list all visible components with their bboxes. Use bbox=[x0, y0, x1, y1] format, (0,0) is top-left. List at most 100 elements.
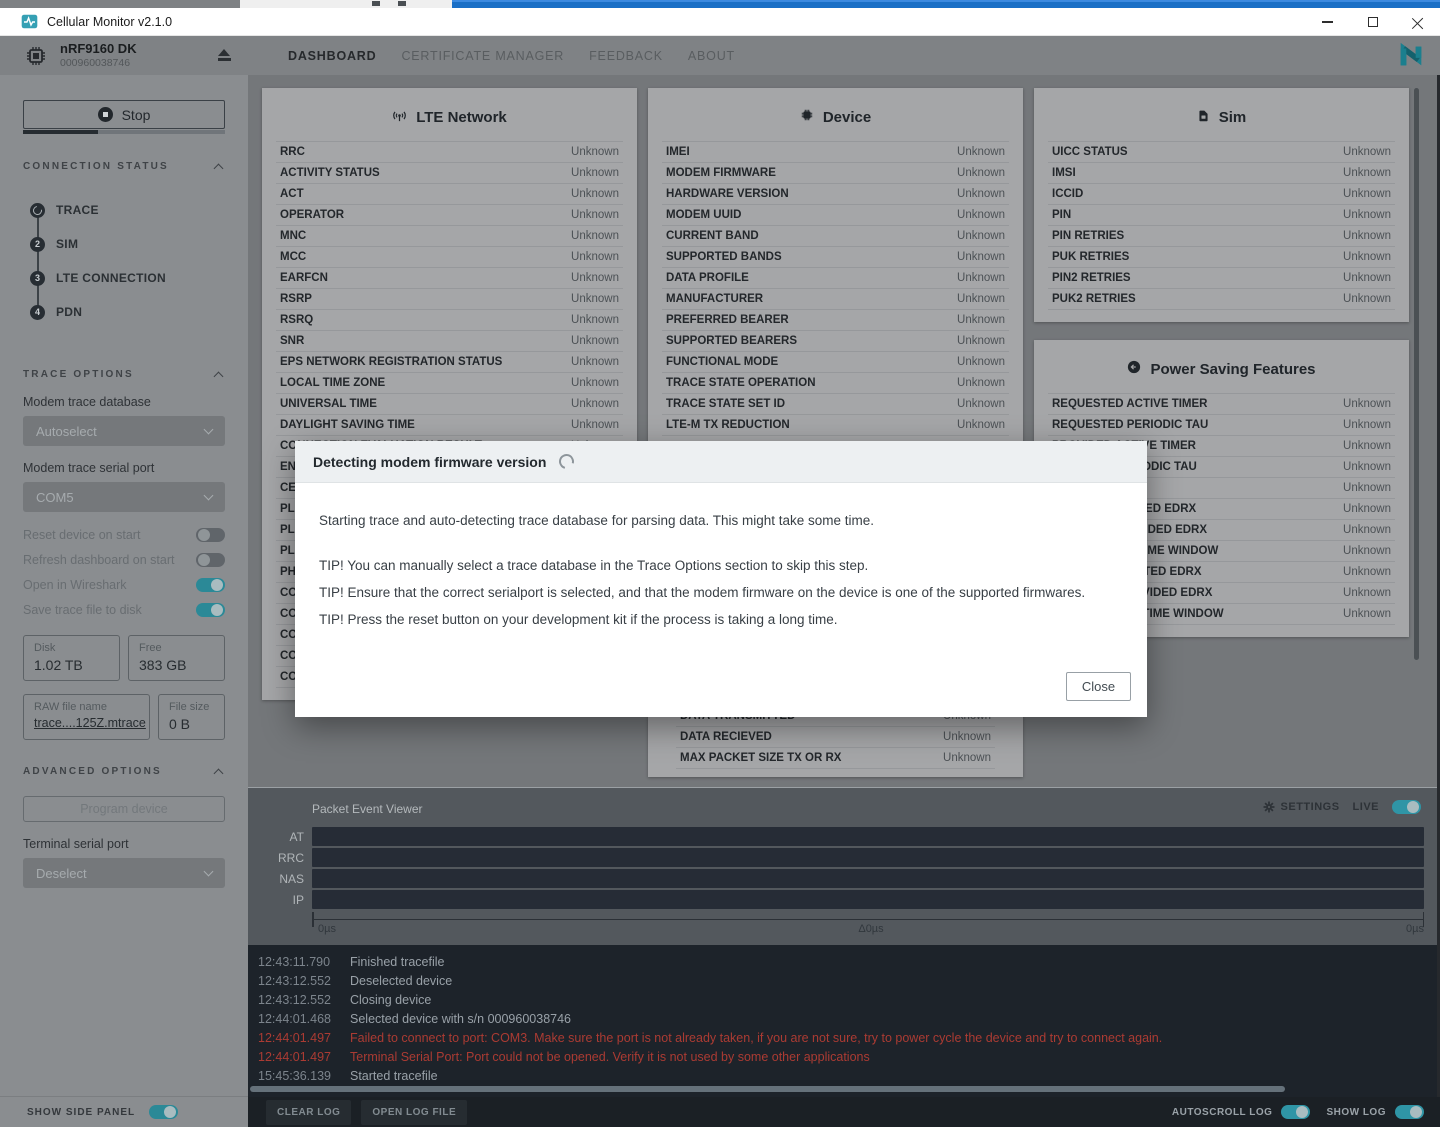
show-log-label: SHOW LOG bbox=[1326, 1107, 1386, 1118]
connection-status-header[interactable]: CONNECTION STATUS bbox=[23, 161, 225, 172]
row-label: IMSI bbox=[1052, 167, 1076, 179]
tab-feedback[interactable]: FEEDBACK bbox=[589, 49, 663, 63]
tab-certificate-manager[interactable]: CERTIFICATE MANAGER bbox=[401, 49, 564, 63]
trace-option-toggles: Reset device on startRefresh dashboard o… bbox=[23, 522, 225, 622]
free-value: 383 GB bbox=[139, 657, 214, 673]
viewer-controls: SETTINGS LIVE bbox=[1263, 800, 1421, 814]
row-value: Unknown bbox=[957, 398, 1005, 410]
row-label: MODEM UUID bbox=[666, 209, 741, 221]
open-log-file-button[interactable]: OPEN LOG FILE bbox=[361, 1100, 467, 1125]
table-row: DAYLIGHT SAVING TIMEUnknown bbox=[276, 415, 623, 436]
advanced-options-title: ADVANCED OPTIONS bbox=[23, 766, 162, 777]
table-row: DATA PROFILEUnknown bbox=[662, 268, 1009, 289]
terminal-serial-port-select[interactable]: Deselect bbox=[23, 858, 225, 888]
modem-trace-serial-port-select[interactable]: COM5 bbox=[23, 482, 225, 512]
toggle-refresh-dashboard-on-start[interactable] bbox=[196, 553, 225, 567]
bottom-bar: CLEAR LOG OPEN LOG FILE AUTOSCROLL LOG S… bbox=[248, 1097, 1440, 1127]
log-timestamp: 15:45:36.139 bbox=[258, 1067, 350, 1086]
log-message: Started tracefile bbox=[350, 1067, 438, 1086]
table-row: RRCUnknown bbox=[276, 142, 623, 163]
toggle-label: Refresh dashboard on start bbox=[23, 553, 174, 567]
step-label: SIM bbox=[56, 237, 78, 251]
top-edge-blue bbox=[452, 0, 1440, 8]
show-side-panel-label: SHOW SIDE PANEL bbox=[27, 1107, 135, 1118]
live-toggle[interactable] bbox=[1392, 800, 1421, 814]
autoscroll-log-toggle[interactable] bbox=[1281, 1105, 1310, 1119]
log-message: Failed to connect to port: COM3. Make su… bbox=[350, 1029, 1162, 1048]
disk-info-row: Disk 1.02 TB Free 383 GB bbox=[23, 635, 225, 681]
toggle-row-save-trace-file-to-disk: Save trace file to disk bbox=[23, 597, 225, 622]
row-value: Unknown bbox=[957, 209, 1005, 221]
row-label: ACTIVITY STATUS bbox=[280, 167, 380, 179]
tab-about[interactable]: ABOUT bbox=[688, 49, 735, 63]
toggle-row-refresh-dashboard-on-start: Refresh dashboard on start bbox=[23, 547, 225, 572]
toggle-knob bbox=[198, 529, 210, 541]
toggle-knob bbox=[211, 579, 223, 591]
modal-text-line: Starting trace and auto-detecting trace … bbox=[319, 513, 1123, 528]
modal-close-button[interactable]: Close bbox=[1066, 672, 1131, 701]
app-icon bbox=[21, 14, 38, 29]
raw-file-box: RAW file name trace....125Z.mtrace bbox=[23, 694, 150, 740]
trace-options-header[interactable]: TRACE OPTIONS bbox=[23, 369, 225, 380]
dashboard-scrollbar[interactable] bbox=[1414, 88, 1419, 660]
maximize-icon bbox=[1368, 17, 1378, 27]
maximize-button[interactable] bbox=[1350, 8, 1395, 36]
row-value: Unknown bbox=[957, 377, 1005, 389]
program-device-button[interactable]: Program device bbox=[23, 796, 225, 822]
step-number-icon: 3 bbox=[30, 271, 45, 286]
row-value: Unknown bbox=[1343, 608, 1391, 620]
log-horizontal-scrollbar[interactable] bbox=[250, 1086, 1285, 1092]
connection-step-trace: TRACE bbox=[30, 193, 225, 227]
card-rows: IMEIUnknownMODEM FIRMWAREUnknownHARDWARE… bbox=[662, 141, 1009, 436]
table-row: MANUFACTURERUnknown bbox=[662, 289, 1009, 310]
settings-button[interactable]: SETTINGS bbox=[1263, 801, 1340, 813]
row-value: Unknown bbox=[943, 752, 991, 764]
minimize-button[interactable] bbox=[1305, 8, 1350, 36]
row-label: PIN bbox=[1052, 209, 1071, 221]
card-sim: SimUICC STATUSUnknownIMSIUnknownICCIDUnk… bbox=[1034, 88, 1409, 322]
free-label: Free bbox=[139, 642, 214, 654]
card-header: Device bbox=[648, 88, 1023, 141]
close-button[interactable] bbox=[1395, 8, 1440, 36]
row-value: Unknown bbox=[1343, 230, 1391, 242]
timeline-end: 0µs bbox=[1406, 923, 1424, 935]
nordic-logo bbox=[1396, 41, 1426, 76]
card-header: Power Saving Features bbox=[1034, 340, 1409, 393]
row-value: Unknown bbox=[571, 356, 619, 368]
modal-text-line: TIP! You can manually select a trace dat… bbox=[319, 552, 1123, 579]
toggle-label: Save trace file to disk bbox=[23, 603, 142, 617]
row-label: ACT bbox=[280, 188, 304, 200]
row-value: Unknown bbox=[957, 356, 1005, 368]
modem-trace-database-select[interactable]: Autoselect bbox=[23, 416, 225, 446]
modal-title: Detecting modem firmware version bbox=[313, 454, 546, 470]
terminal-serial-port-value: Deselect bbox=[36, 866, 87, 881]
toggle-open-in-wireshark[interactable] bbox=[196, 578, 225, 592]
settings-label: SETTINGS bbox=[1281, 801, 1340, 813]
table-row: PIN RETRIESUnknown bbox=[1048, 226, 1395, 247]
table-row: FUNCTIONAL MODEUnknown bbox=[662, 352, 1009, 373]
autoscroll-log-label: AUTOSCROLL LOG bbox=[1172, 1107, 1273, 1118]
table-row: LOCAL TIME ZONEUnknown bbox=[276, 373, 623, 394]
toggle-save-trace-file-to-disk[interactable] bbox=[196, 603, 225, 617]
advanced-options-header[interactable]: ADVANCED OPTIONS bbox=[23, 766, 225, 777]
eject-device-button[interactable] bbox=[217, 48, 232, 63]
show-log-toggle[interactable] bbox=[1395, 1105, 1424, 1119]
row-value: Unknown bbox=[571, 335, 619, 347]
stop-button[interactable]: Stop bbox=[23, 100, 225, 129]
toggle-reset-device-on-start[interactable] bbox=[196, 528, 225, 542]
packet-event-viewer-title: Packet Event Viewer bbox=[312, 802, 423, 816]
show-side-panel-toggle[interactable] bbox=[149, 1105, 178, 1119]
chevron-up-icon bbox=[214, 164, 224, 174]
table-row: REQUESTED PERIODIC TAUUnknown bbox=[1048, 415, 1395, 436]
step-label: TRACE bbox=[56, 203, 99, 217]
card-title: Device bbox=[823, 109, 871, 126]
device-selector[interactable]: nRF9160 DK 000960038746 bbox=[26, 41, 196, 69]
tab-dashboard[interactable]: DASHBOARD bbox=[288, 49, 376, 63]
row-value: Unknown bbox=[1343, 461, 1391, 473]
row-label: CURRENT BAND bbox=[666, 230, 759, 242]
toggle-row-open-in-wireshark: Open in Wireshark bbox=[23, 572, 225, 597]
row-value: Unknown bbox=[571, 314, 619, 326]
log-line: 12:43:11.790Finished tracefile bbox=[248, 953, 1437, 972]
raw-file-link[interactable]: trace....125Z.mtrace bbox=[34, 716, 139, 730]
clear-log-button[interactable]: CLEAR LOG bbox=[266, 1100, 351, 1125]
